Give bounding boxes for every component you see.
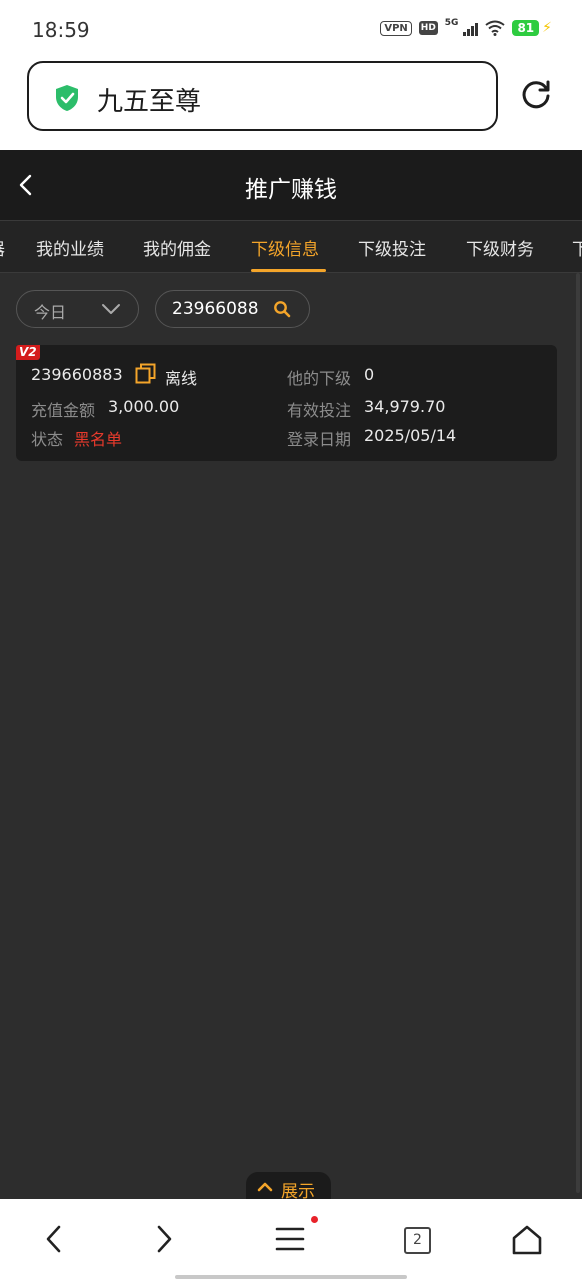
- status-label: 状态: [31, 430, 64, 449]
- search-icon[interactable]: [273, 300, 291, 318]
- reload-icon[interactable]: [519, 78, 553, 112]
- browser-bottom-nav: 2: [0, 1199, 582, 1280]
- date-filter-value: 今日: [34, 303, 67, 322]
- hd-icon: HD: [418, 21, 438, 35]
- tab-subordinate-info[interactable]: 下级信息: [251, 235, 319, 260]
- search-input[interactable]: [172, 298, 258, 320]
- expand-button[interactable]: 展示: [246, 1172, 331, 1202]
- tabs-icon[interactable]: 2: [404, 1227, 431, 1254]
- home-icon[interactable]: [510, 1224, 544, 1256]
- recharge-value: 3,000.00: [108, 397, 180, 416]
- tab-previous-partial[interactable]: 器: [0, 235, 5, 260]
- user-id: 239660883: [31, 365, 123, 384]
- subordinate-count-value: 0: [364, 365, 375, 384]
- page-header: 推广赚钱: [0, 150, 582, 220]
- browser-toolbar: 九五至尊: [0, 58, 582, 150]
- search-box: [155, 290, 310, 328]
- scrollbar[interactable]: [576, 273, 580, 1193]
- battery-icon: 81: [512, 20, 540, 36]
- login-date-value: 2025/05/14: [364, 426, 457, 445]
- recharge-label: 充值金额: [31, 401, 96, 420]
- valid-bet-label: 有效投注: [287, 401, 352, 420]
- shield-check-icon: [56, 85, 78, 111]
- date-filter-select[interactable]: 今日: [16, 290, 139, 328]
- charging-icon: ⚡: [542, 20, 552, 36]
- tab-subordinate-finance[interactable]: 下级财务: [466, 235, 534, 260]
- chevron-down-icon: [102, 304, 120, 314]
- address-bar[interactable]: 九五至尊: [27, 61, 498, 131]
- notification-dot: [311, 1216, 318, 1223]
- signal-icon: [463, 20, 479, 36]
- status-bar: 18:59 VPN HD 5G 81 ⚡: [0, 0, 582, 58]
- tab-subordinate-bets[interactable]: 下级投注: [358, 235, 426, 260]
- vpn-icon: VPN: [380, 20, 412, 36]
- chevron-up-icon: [257, 1182, 273, 1192]
- tab-bar: 器 我的业绩 我的佣金 下级信息 下级投注 下级财务 下: [0, 220, 582, 273]
- subordinate-card: V2 239660883 离线 他的下级 0 充值金额 3,000.00 有效投…: [16, 345, 557, 461]
- forward-icon[interactable]: [152, 1223, 176, 1255]
- online-status: 离线: [165, 369, 198, 388]
- tab-next-partial[interactable]: 下: [572, 235, 582, 260]
- active-tab-indicator: [251, 269, 326, 272]
- home-indicator[interactable]: [175, 1275, 407, 1279]
- login-date-label: 登录日期: [287, 430, 352, 449]
- address-text: 九五至尊: [97, 87, 202, 117]
- status-value: 黑名单: [74, 430, 123, 449]
- menu-icon[interactable]: [275, 1226, 305, 1252]
- copy-icon[interactable]: [135, 363, 156, 384]
- wifi-icon: [485, 20, 506, 36]
- status-icons: VPN HD 5G 81 ⚡: [380, 18, 552, 36]
- subordinate-count-label: 他的下级: [287, 369, 352, 388]
- page-title: 推广赚钱: [245, 177, 337, 203]
- network-type: 5G: [444, 18, 459, 28]
- tab-my-performance[interactable]: 我的业绩: [36, 235, 104, 260]
- back-icon[interactable]: [42, 1223, 66, 1255]
- vip-level-badge: V2: [16, 345, 40, 360]
- valid-bet-value: 34,979.70: [364, 397, 446, 416]
- status-time: 18:59: [32, 18, 90, 42]
- tab-my-commission[interactable]: 我的佣金: [143, 235, 211, 260]
